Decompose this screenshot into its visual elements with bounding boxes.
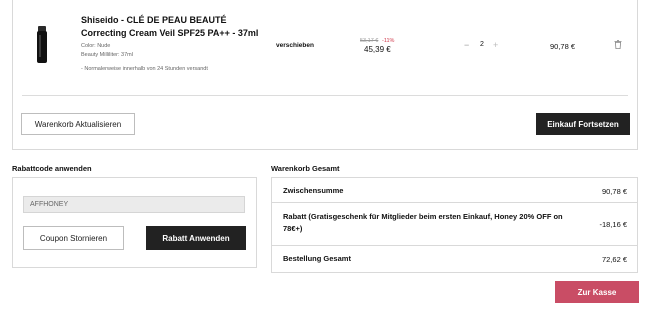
update-cart-button[interactable]: Warenkorb Aktualisieren <box>21 113 135 135</box>
order-total-label: Bestellung Gesamt <box>283 254 351 263</box>
continue-shopping-button[interactable]: Einkauf Fortsetzen <box>536 113 630 135</box>
quantity-value[interactable]: 2 <box>480 41 484 48</box>
checkout-button[interactable]: Zur Kasse <box>555 281 639 303</box>
coupon-code-input[interactable] <box>23 196 245 213</box>
move-item-link[interactable]: verschieben <box>276 42 314 49</box>
order-total-row: Bestellung Gesamt 72,62 € <box>272 246 637 272</box>
product-attributes: Color: Nude Beauty Milliliter: 37ml <box>81 42 133 60</box>
order-total-value: 72,62 € <box>601 255 627 264</box>
cancel-coupon-button[interactable]: Coupon Stornieren <box>23 226 124 250</box>
product-color: Color: Nude <box>81 43 111 49</box>
line-total: 90,78 € <box>550 42 576 51</box>
product-title[interactable]: Shiseido - CLÉ DE PEAU BEAUTÉ Correcting… <box>81 14 271 40</box>
subtotal-value: 90,78 € <box>601 187 627 196</box>
subtotal-row: Zwischensumme 90,78 € <box>272 178 637 203</box>
discount-badge: -11% <box>382 38 395 44</box>
cart-totals-heading: Warenkorb Gesamt <box>271 164 340 173</box>
trash-icon[interactable] <box>614 40 622 49</box>
subtotal-label: Zwischensumme <box>283 186 344 195</box>
product-image[interactable] <box>31 26 53 64</box>
unit-price: 45,39 € <box>364 45 391 54</box>
original-price: 53,17 € <box>360 38 379 44</box>
quantity-decrease-button[interactable]: − <box>464 40 469 50</box>
coupon-panel <box>12 177 257 268</box>
discount-label: Rabatt (Gratisgeschenk für Mitglieder be… <box>283 212 563 233</box>
cart-totals-table: Zwischensumme 90,78 € Rabatt (Gratisgesc… <box>271 177 638 273</box>
discount-value: -18,16 € <box>599 220 627 229</box>
product-size: Beauty Milliliter: 37ml <box>81 52 133 58</box>
discount-row: Rabatt (Gratisgeschenk für Mitglieder be… <box>272 203 637 246</box>
quantity-increase-button[interactable]: + <box>493 40 498 50</box>
coupon-heading: Rabattcode anwenden <box>12 164 92 173</box>
shipping-note: - Normalerweise innerhalb von 24 Stunden… <box>81 66 208 72</box>
apply-discount-button[interactable]: Rabatt Anwenden <box>146 226 246 250</box>
cart-divider <box>22 95 628 96</box>
